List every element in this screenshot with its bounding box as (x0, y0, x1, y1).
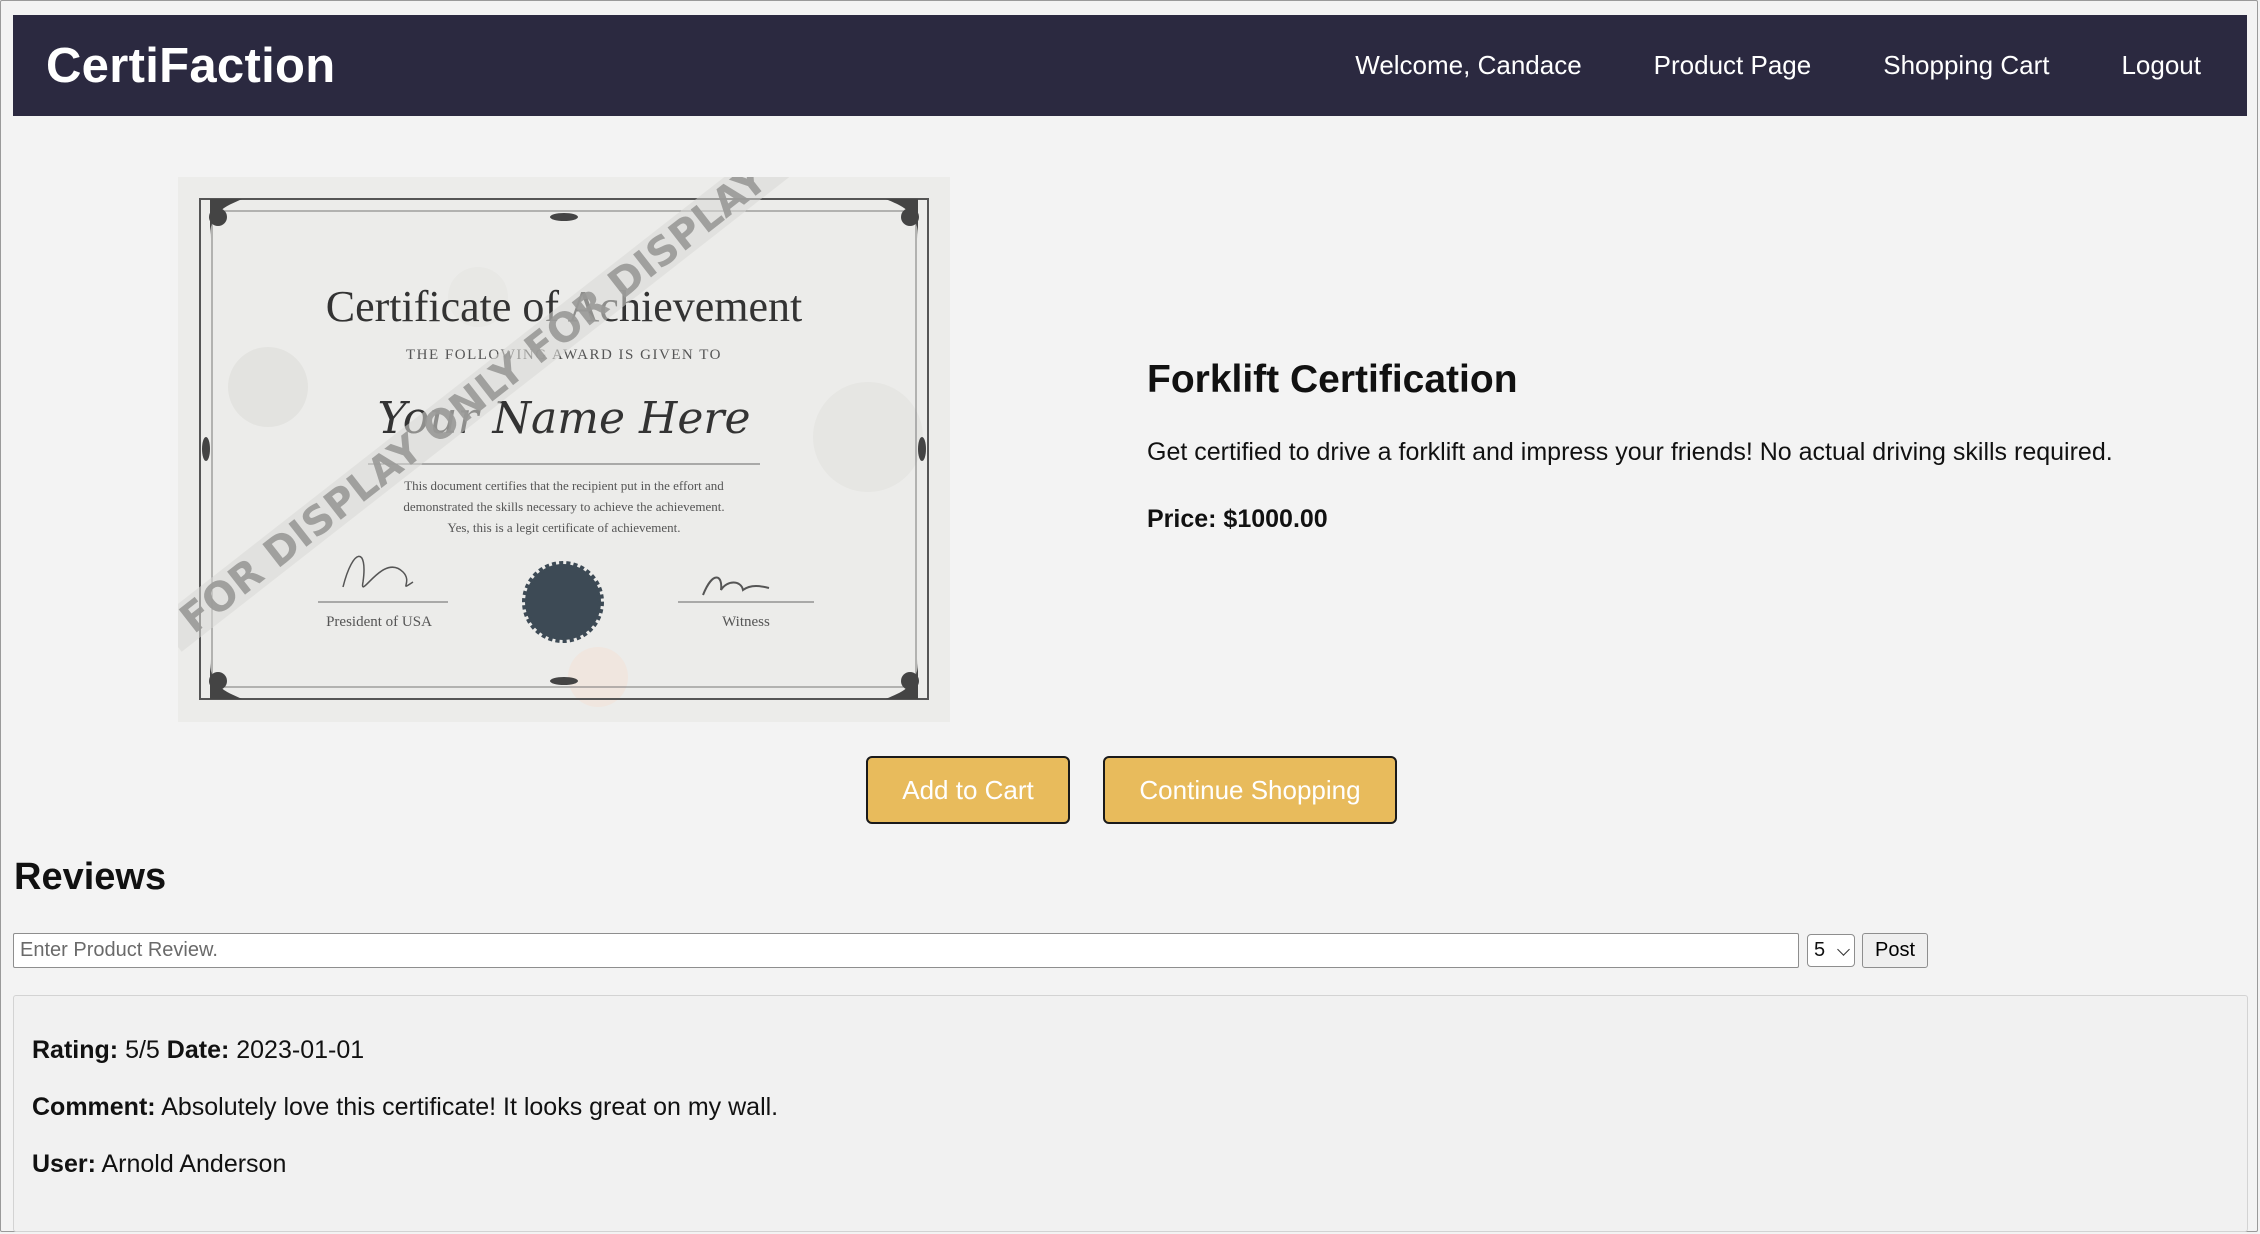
review-rating-label: Rating: (32, 1036, 119, 1064)
sig-right-label: Witness (722, 614, 770, 630)
review-form: 5 Post (13, 933, 1929, 968)
reviews-heading: Reviews (14, 856, 167, 898)
review-user-value: Arnold Anderson (101, 1150, 287, 1178)
review-date-label: Date: (166, 1036, 230, 1064)
review-user-label: User: (32, 1150, 96, 1178)
navbar: CertiFaction Welcome, Candace Product Pa… (13, 15, 2247, 116)
nav-shopping-cart[interactable]: Shopping Cart (1883, 50, 2049, 81)
product-description: Get certified to drive a forklift and im… (1147, 438, 2113, 466)
review-input[interactable] (13, 933, 1799, 968)
continue-shopping-button[interactable]: Continue Shopping (1103, 756, 1397, 824)
product-price: Price: $1000.00 (1147, 505, 1328, 533)
nav-welcome[interactable]: Welcome, Candace (1355, 50, 1581, 81)
rating-select[interactable]: 5 (1807, 934, 1855, 967)
nav-product-page[interactable]: Product Page (1654, 50, 1812, 81)
certificate-image: Certificate of Achievement THE FOLLOWING… (178, 177, 950, 722)
review-rating-line: Rating: 5/5 Date: 2023-01-01 (32, 1036, 2229, 1065)
review-date-value: 2023-01-01 (236, 1036, 365, 1064)
product-info: Forklift Certification Get certified to … (1147, 358, 2227, 534)
add-to-cart-button[interactable]: Add to Cart (866, 756, 1070, 824)
certificate-body-1: This document certifies that the recipie… (404, 478, 724, 493)
review-comment-line: Comment: Absolutely love this certificat… (32, 1093, 2229, 1122)
review-user-line: User: Arnold Anderson (32, 1150, 2229, 1179)
chevron-down-icon (1837, 943, 1850, 956)
nav-links: Welcome, Candace Product Page Shopping C… (1283, 50, 2201, 81)
product-actions: Add to Cart Continue Shopping (866, 756, 1397, 824)
review-comment-value: Absolutely love this certificate! It loo… (161, 1093, 779, 1121)
product-image: Certificate of Achievement THE FOLLOWING… (178, 177, 950, 722)
sig-left-label: President of USA (326, 614, 432, 630)
product-title: Forklift Certification (1147, 358, 1518, 401)
certificate-body-3: Yes, this is a legit certificate of achi… (448, 520, 681, 535)
nav-logout[interactable]: Logout (2121, 50, 2201, 81)
post-review-button[interactable]: Post (1862, 933, 1929, 968)
seal-icon (522, 561, 604, 643)
rating-select-value: 5 (1814, 939, 1826, 961)
review-comment-label: Comment: (32, 1093, 156, 1121)
review-card: Rating: 5/5 Date: 2023-01-01 Comment: Ab… (13, 995, 2248, 1232)
brand-logo[interactable]: CertiFaction (46, 38, 335, 94)
certificate-body-2: demonstrated the skills necessary to ach… (403, 499, 724, 514)
review-rating-value: 5/5 (125, 1036, 160, 1064)
